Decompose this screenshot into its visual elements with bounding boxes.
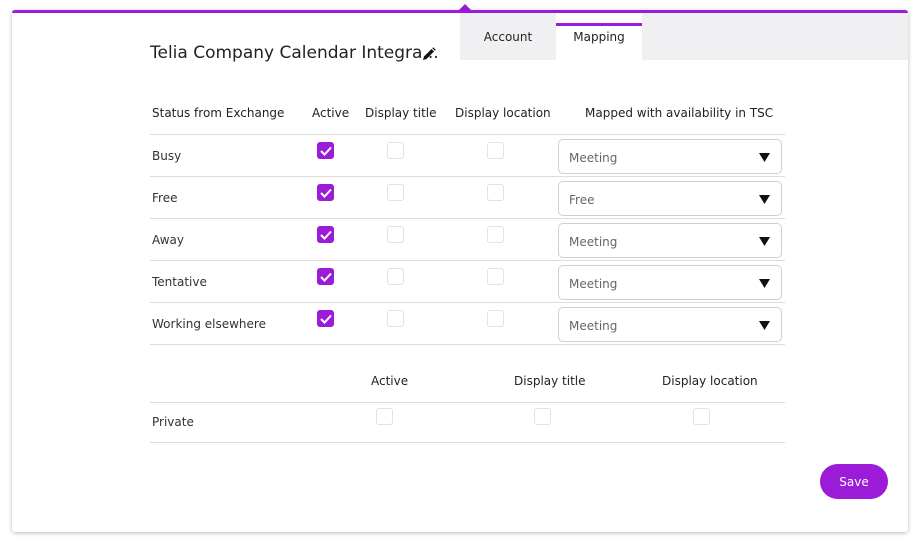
caret-down-icon: [759, 153, 770, 162]
availability-select-value: Meeting: [569, 277, 618, 291]
row-status-label: Busy: [152, 149, 182, 163]
header-display-title: Display title: [365, 106, 437, 120]
caret-down-icon: [759, 279, 770, 288]
availability-select-value: Meeting: [569, 151, 618, 165]
pencil-icon[interactable]: [421, 46, 437, 62]
availability-select[interactable]: Meeting: [558, 139, 782, 174]
table-divider: [150, 402, 785, 403]
check-icon: [320, 314, 332, 324]
table-divider: [150, 344, 785, 345]
display-title-checkbox[interactable]: [387, 268, 404, 285]
active-checkbox[interactable]: [317, 226, 334, 243]
caret-down-icon: [759, 321, 770, 330]
header-mapped-availability: Mapped with availability in TSC: [585, 106, 774, 120]
row-status-label: Free: [152, 191, 178, 205]
save-button-label: Save: [839, 474, 869, 489]
tab-account-label: Account: [483, 29, 533, 44]
display-title-checkbox[interactable]: [387, 142, 404, 159]
availability-select[interactable]: Meeting: [558, 307, 782, 342]
private-header-display-title: Display title: [514, 374, 586, 388]
table-divider: [150, 176, 785, 177]
row-status-label: Away: [152, 233, 184, 247]
check-icon: [320, 146, 332, 156]
caret-down-icon: [759, 237, 770, 246]
availability-select[interactable]: Free: [558, 181, 782, 216]
header-display-location: Display location: [455, 106, 551, 120]
row-status-label: Working elsewhere: [152, 317, 266, 331]
tab-bar: Account Mapping: [460, 13, 908, 60]
display-location-checkbox[interactable]: [487, 310, 504, 327]
tab-account[interactable]: Account: [460, 13, 556, 60]
private-display-title-checkbox[interactable]: [534, 408, 551, 425]
table-divider: [150, 260, 785, 261]
active-checkbox[interactable]: [317, 268, 334, 285]
header-status-from-exchange: Status from Exchange: [152, 106, 285, 120]
display-location-checkbox[interactable]: [487, 226, 504, 243]
availability-select-value: Meeting: [569, 235, 618, 249]
display-location-checkbox[interactable]: [487, 184, 504, 201]
header-active: Active: [312, 106, 350, 120]
page-title: Telia Company Calendar Integra...: [150, 43, 439, 63]
private-header-active: Active: [371, 374, 409, 388]
active-checkbox[interactable]: [317, 142, 334, 159]
availability-select[interactable]: Meeting: [558, 223, 782, 258]
active-checkbox[interactable]: [317, 184, 334, 201]
save-button[interactable]: Save: [820, 464, 888, 499]
active-checkbox[interactable]: [317, 310, 334, 327]
check-icon: [320, 188, 332, 198]
display-title-checkbox[interactable]: [387, 310, 404, 327]
availability-select[interactable]: Meeting: [558, 265, 782, 300]
display-location-checkbox[interactable]: [487, 268, 504, 285]
availability-select-value: Free: [569, 193, 595, 207]
row-status-label: Tentative: [152, 275, 207, 289]
private-header-display-location: Display location: [662, 374, 758, 388]
active-tab-indicator: [556, 23, 642, 26]
private-display-location-checkbox[interactable]: [693, 408, 710, 425]
table-divider: [150, 442, 785, 443]
display-title-checkbox[interactable]: [387, 226, 404, 243]
check-icon: [320, 272, 332, 282]
private-row-label: Private: [152, 415, 194, 429]
tab-mapping-label: Mapping: [573, 29, 625, 44]
display-location-checkbox[interactable]: [487, 142, 504, 159]
display-title-checkbox[interactable]: [387, 184, 404, 201]
table-divider: [150, 134, 785, 135]
table-divider: [150, 302, 785, 303]
table-divider: [150, 218, 785, 219]
availability-select-value: Meeting: [569, 319, 618, 333]
tab-mapping[interactable]: Mapping: [556, 13, 642, 60]
check-icon: [320, 230, 332, 240]
integration-card: Account Mapping Telia Company Calendar I…: [12, 10, 908, 532]
private-active-checkbox[interactable]: [376, 408, 393, 425]
caret-down-icon: [759, 195, 770, 204]
